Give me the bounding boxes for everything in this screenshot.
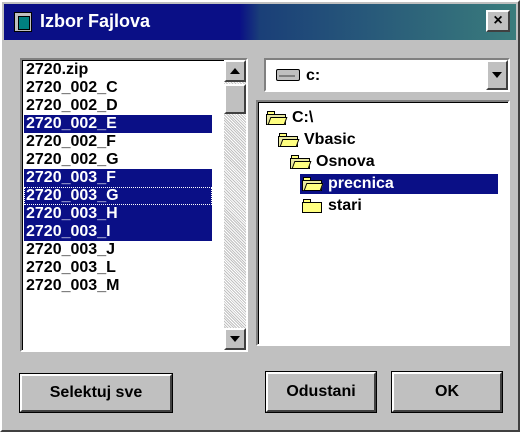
ok-label: OK — [435, 383, 459, 400]
open-folder-icon — [278, 133, 300, 147]
directory-label: precnica — [328, 175, 394, 192]
file-list-item[interactable]: 2720_002_F — [24, 133, 212, 151]
title-bar[interactable]: Izbor Fajlova × — [4, 4, 516, 40]
open-folder-icon — [266, 111, 288, 125]
file-list-item[interactable]: 2720_002_G — [24, 151, 212, 169]
window-app-icon[interactable] — [14, 12, 32, 32]
cancel-label: Odustani — [286, 383, 356, 400]
select-all-label: Selektuj sve — [49, 384, 143, 401]
file-list-item[interactable]: 2720_002_D — [24, 97, 212, 115]
open-folder-icon — [290, 155, 312, 169]
file-list-item[interactable]: 2720_003_F — [24, 169, 212, 187]
file-list-item[interactable]: 2720.zip — [24, 61, 212, 79]
directory-label: stari — [328, 197, 362, 214]
window-title: Izbor Fajlova — [40, 11, 151, 31]
file-list-scrollbar[interactable] — [224, 60, 246, 350]
scroll-down-button[interactable] — [224, 328, 246, 350]
file-list-item[interactable]: 2720_003_I — [24, 223, 212, 241]
drive-value: c: — [306, 67, 321, 84]
arrow-up-icon — [230, 68, 240, 74]
open-folder-icon — [302, 177, 324, 191]
close-button[interactable]: × — [486, 10, 510, 32]
file-list-item[interactable]: 2720_003_M — [24, 277, 212, 295]
file-list-items: 2720.zip 2720_002_C 2720_002_D 2720_002_E 27… — [24, 61, 212, 349]
cancel-button[interactable]: Odustani — [265, 371, 377, 413]
chevron-down-icon — [492, 72, 502, 78]
directory-label: C:\ — [292, 109, 314, 126]
directory-item[interactable]: precnica — [300, 174, 498, 194]
file-list-item[interactable]: 2720_002_E — [24, 115, 212, 133]
directory-tree[interactable]: C:\ Vbasic Osnova precnica stari — [256, 100, 510, 346]
ok-button[interactable]: OK — [391, 371, 503, 413]
file-listbox[interactable]: 2720.zip 2720_002_C 2720_002_D 2720_002_E 27… — [20, 58, 248, 352]
scroll-thumb[interactable] — [224, 84, 246, 114]
file-list-item[interactable]: 2720_003_J — [24, 241, 212, 259]
directory-label: Osnova — [316, 153, 375, 170]
file-picker-dialog: Izbor Fajlova × 2720.zip 2720_002_C 2720_0… — [0, 0, 520, 432]
hard-drive-icon — [276, 69, 300, 81]
select-all-button[interactable]: Selektuj sve — [19, 373, 173, 413]
scroll-up-button[interactable] — [224, 60, 246, 82]
drive-select[interactable]: c: — [264, 58, 510, 92]
drive-dropdown-button[interactable] — [486, 60, 508, 90]
file-list-item[interactable]: 2720_002_C — [24, 79, 212, 97]
file-list-item[interactable]: 2720_003_G — [24, 187, 212, 205]
file-list-item[interactable]: 2720_003_H — [24, 205, 212, 223]
file-list-item[interactable]: 2720_003_L — [24, 259, 212, 277]
folder-icon — [302, 199, 322, 213]
arrow-down-icon — [230, 336, 240, 342]
directory-label: Vbasic — [304, 131, 356, 148]
